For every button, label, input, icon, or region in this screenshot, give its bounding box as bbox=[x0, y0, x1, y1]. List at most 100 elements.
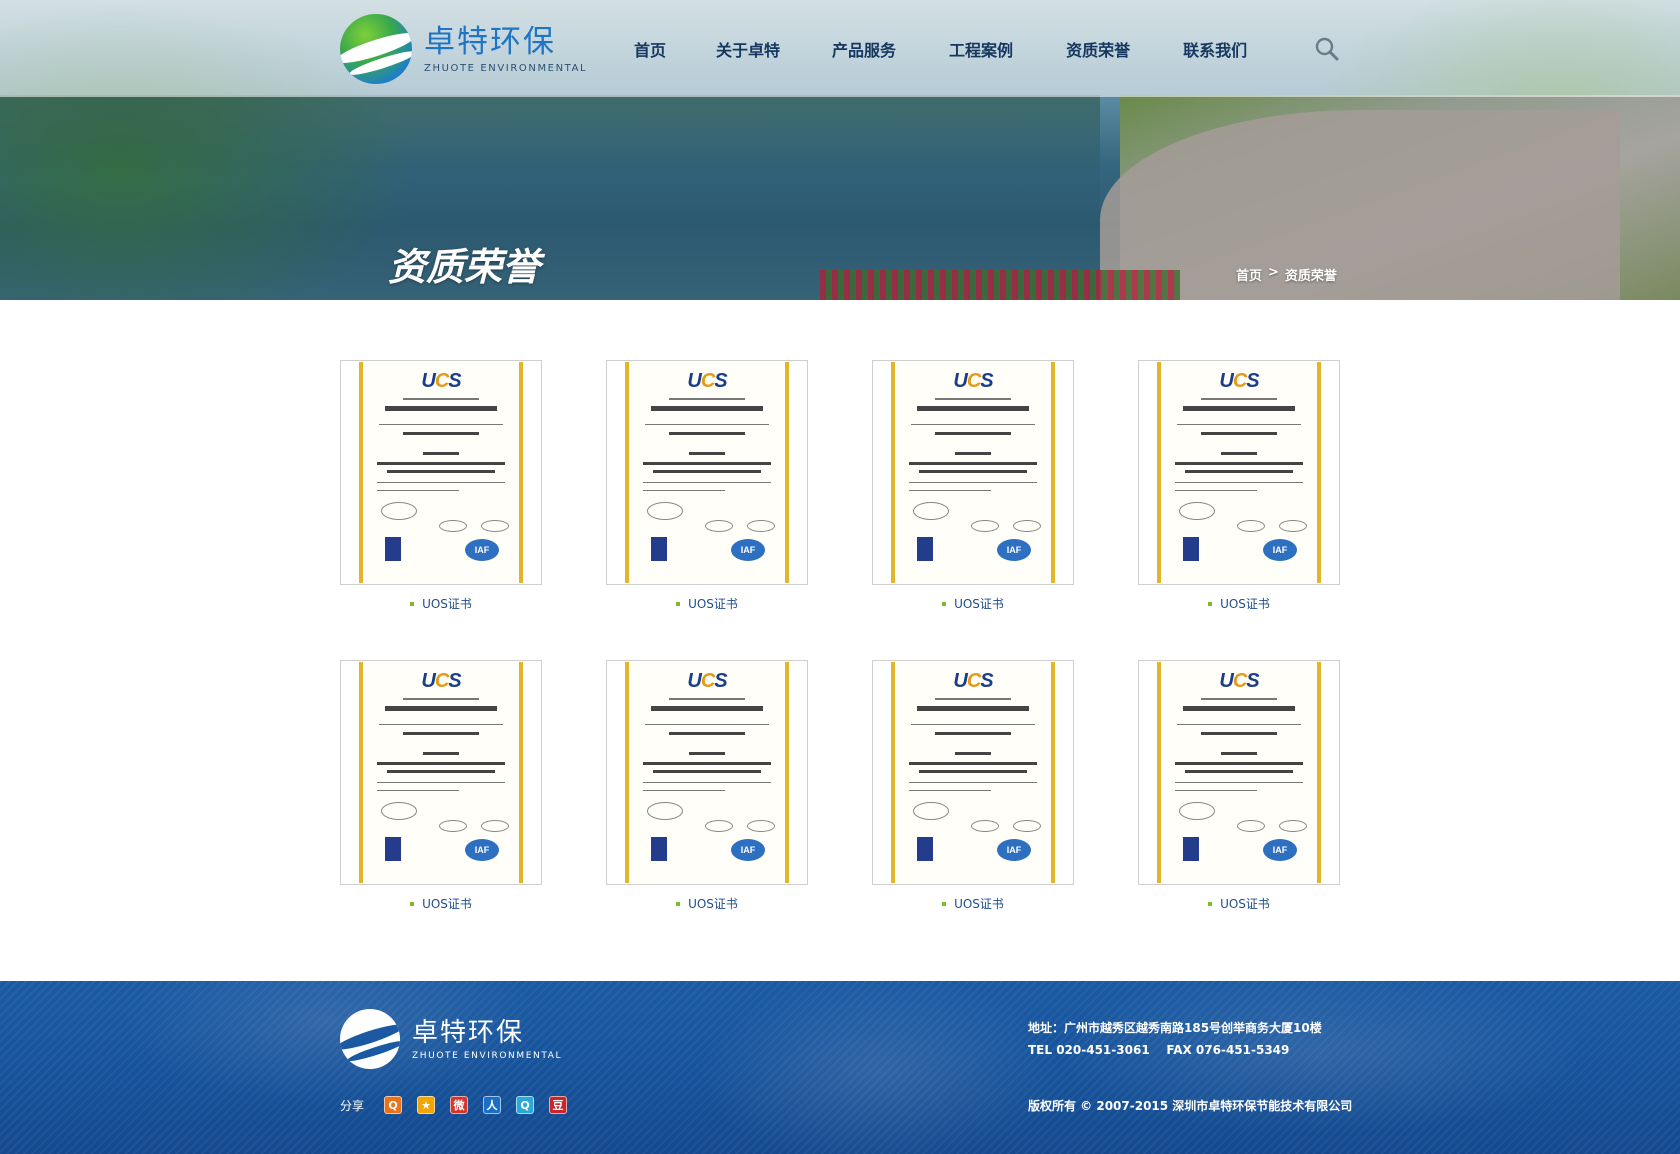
share-label: 分享 bbox=[340, 1098, 365, 1113]
nav-item-home[interactable]: 首页 bbox=[634, 37, 666, 61]
breadcrumb-separator: > bbox=[1268, 265, 1279, 280]
ucs-logo-icon: UCS bbox=[421, 670, 461, 692]
bullet-icon bbox=[410, 901, 415, 906]
certificate-caption-link[interactable]: UOS证书 bbox=[872, 595, 1074, 612]
ucs-logo-icon: UCS bbox=[953, 670, 993, 692]
footer-address: 地址：广州市越秀区越秀南路185号创举商务大厦10楼 bbox=[1028, 1021, 1322, 1035]
certificate-image: UCS IAF bbox=[359, 662, 523, 883]
certificate-card: UCS IAF UOS证书 bbox=[872, 660, 1074, 912]
renren-icon[interactable]: 人 bbox=[483, 1096, 502, 1114]
bullet-icon bbox=[676, 601, 681, 606]
certificate-caption-link[interactable]: UOS证书 bbox=[872, 895, 1074, 912]
certificate-thumbnail[interactable]: UCS IAF bbox=[340, 360, 542, 585]
main-nav: 首页 关于卓特 产品服务 工程案例 资质荣誉 联系我们 bbox=[600, 0, 1247, 97]
bullet-icon bbox=[942, 601, 947, 606]
site-footer: 卓特环保 ZHUOTE ENVIRONMENTAL 分享 Q ★ 微 人 Q 豆… bbox=[0, 981, 1680, 1154]
certificate-caption: UOS证书 bbox=[688, 597, 738, 611]
footer-logo-emblem-icon bbox=[340, 1009, 400, 1069]
certificate-image: UCS IAF bbox=[891, 362, 1055, 583]
ucs-logo-icon: UCS bbox=[1219, 670, 1259, 692]
certificate-caption-link[interactable]: UOS证书 bbox=[340, 895, 542, 912]
certificate-thumbnail[interactable]: UCS IAF bbox=[606, 660, 808, 885]
weibo-icon[interactable]: 微 bbox=[450, 1096, 469, 1114]
ucs-logo-icon: UCS bbox=[1219, 370, 1259, 392]
certificate-caption-link[interactable]: UOS证书 bbox=[1138, 895, 1340, 912]
page-title: 资质荣誉 bbox=[388, 244, 541, 289]
certificate-card: UCS IAF UOS证书 bbox=[1138, 360, 1340, 612]
certificate-caption-link[interactable]: UOS证书 bbox=[606, 595, 808, 612]
breadcrumb-current: 资质荣誉 bbox=[1284, 269, 1337, 284]
ucs-logo-icon: UCS bbox=[953, 370, 993, 392]
qq-weibo-icon[interactable]: Q bbox=[516, 1096, 535, 1114]
breadcrumb-home-link[interactable]: 首页 bbox=[1236, 265, 1262, 284]
footer-phone-fax: TEL 020-451-3061 FAX 076-451-5349 bbox=[1028, 1043, 1290, 1057]
iaf-badge-icon: IAF bbox=[731, 839, 765, 861]
accreditation-badge-icon bbox=[651, 537, 667, 561]
certificate-card: UCS IAF UOS证书 bbox=[872, 360, 1074, 612]
certificate-thumbnail[interactable]: UCS IAF bbox=[872, 360, 1074, 585]
flower-bed bbox=[820, 270, 1180, 300]
logo-name-cn: 卓特环保 bbox=[424, 23, 556, 60]
footer-logo-name-en: ZHUOTE ENVIRONMENTAL bbox=[412, 1050, 563, 1061]
certificate-thumbnail[interactable]: UCS IAF bbox=[1138, 360, 1340, 585]
ucs-logo-icon: UCS bbox=[687, 370, 727, 392]
accreditation-badge-icon bbox=[1183, 537, 1199, 561]
certificate-thumbnail[interactable]: UCS IAF bbox=[1138, 660, 1340, 885]
iaf-badge-icon: IAF bbox=[465, 839, 499, 861]
ucs-logo-icon: UCS bbox=[421, 370, 461, 392]
certificate-image: UCS IAF bbox=[625, 362, 789, 583]
iaf-badge-icon: IAF bbox=[731, 539, 765, 561]
certificate-image: UCS IAF bbox=[1157, 662, 1321, 883]
certificate-thumbnail[interactable]: UCS IAF bbox=[872, 660, 1074, 885]
bullet-icon bbox=[676, 901, 681, 906]
breadcrumb: 首页 > 资质荣誉 bbox=[1236, 265, 1337, 284]
favorite-star-icon[interactable]: ★ bbox=[417, 1096, 436, 1114]
certificate-caption: UOS证书 bbox=[688, 897, 738, 911]
iaf-badge-icon: IAF bbox=[997, 539, 1031, 561]
hero-banner: 卓特环保 ZHUOTE ENVIRONMENTAL 首页 关于卓特 产品服务 工… bbox=[0, 0, 1680, 300]
certificate-card: UCS IAF UOS证书 bbox=[606, 660, 808, 912]
footer-copyright: 版权所有 © 2007-2015 深圳市卓特环保节能技术有限公司 bbox=[1028, 1099, 1353, 1113]
bullet-icon bbox=[1208, 601, 1213, 606]
certificate-caption: UOS证书 bbox=[422, 597, 472, 611]
accreditation-badge-icon bbox=[1183, 837, 1199, 861]
accreditation-badge-icon bbox=[385, 537, 401, 561]
ucs-logo-icon: UCS bbox=[687, 670, 727, 692]
logo-name-en: ZHUOTE ENVIRONMENTAL bbox=[424, 62, 588, 74]
site-logo[interactable]: 卓特环保 ZHUOTE ENVIRONMENTAL bbox=[340, 14, 587, 84]
certificate-thumbnail[interactable]: UCS IAF bbox=[606, 360, 808, 585]
certificate-caption-link[interactable]: UOS证书 bbox=[340, 595, 542, 612]
certificate-caption: UOS证书 bbox=[422, 897, 472, 911]
certificate-caption-link[interactable]: UOS证书 bbox=[1138, 595, 1340, 612]
search-icon[interactable] bbox=[1314, 36, 1340, 62]
certificate-caption: UOS证书 bbox=[1220, 597, 1270, 611]
certificate-card: UCS IAF UOS证书 bbox=[1138, 660, 1340, 912]
accreditation-badge-icon bbox=[651, 837, 667, 861]
footer-logo-name-cn: 卓特环保 bbox=[412, 1017, 525, 1048]
qzone-icon[interactable]: Q bbox=[384, 1096, 403, 1114]
nav-item-qualifications[interactable]: 资质荣誉 bbox=[1066, 37, 1130, 61]
contact-info: 地址：广州市越秀区越秀南路185号创举商务大厦10楼 TEL 020-451-3… bbox=[1028, 1017, 1322, 1061]
iaf-badge-icon: IAF bbox=[1263, 539, 1297, 561]
certificate-caption: UOS证书 bbox=[1220, 897, 1270, 911]
certificate-thumbnail[interactable]: UCS IAF bbox=[340, 660, 542, 885]
footer-logo[interactable]: 卓特环保 ZHUOTE ENVIRONMENTAL bbox=[340, 1009, 562, 1069]
bullet-icon bbox=[942, 901, 947, 906]
certificate-image: UCS IAF bbox=[625, 662, 789, 883]
nav-item-projects[interactable]: 工程案例 bbox=[949, 37, 1013, 61]
certificate-caption-link[interactable]: UOS证书 bbox=[606, 895, 808, 912]
certificate-image: UCS IAF bbox=[359, 362, 523, 583]
iaf-badge-icon: IAF bbox=[997, 839, 1031, 861]
douban-icon[interactable]: 豆 bbox=[549, 1096, 568, 1114]
certificate-caption: UOS证书 bbox=[954, 897, 1004, 911]
accreditation-badge-icon bbox=[917, 837, 933, 861]
certificate-card: UCS IAF UOS证书 bbox=[340, 660, 542, 912]
nav-item-contact[interactable]: 联系我们 bbox=[1183, 37, 1247, 61]
certificate-caption: UOS证书 bbox=[954, 597, 1004, 611]
certificate-card: UCS IAF UOS证书 bbox=[340, 360, 542, 612]
nav-item-about[interactable]: 关于卓特 bbox=[716, 37, 780, 61]
nav-item-products[interactable]: 产品服务 bbox=[832, 37, 896, 61]
bullet-icon bbox=[1208, 901, 1213, 906]
accreditation-badge-icon bbox=[385, 837, 401, 861]
logo-emblem-icon bbox=[340, 14, 412, 84]
